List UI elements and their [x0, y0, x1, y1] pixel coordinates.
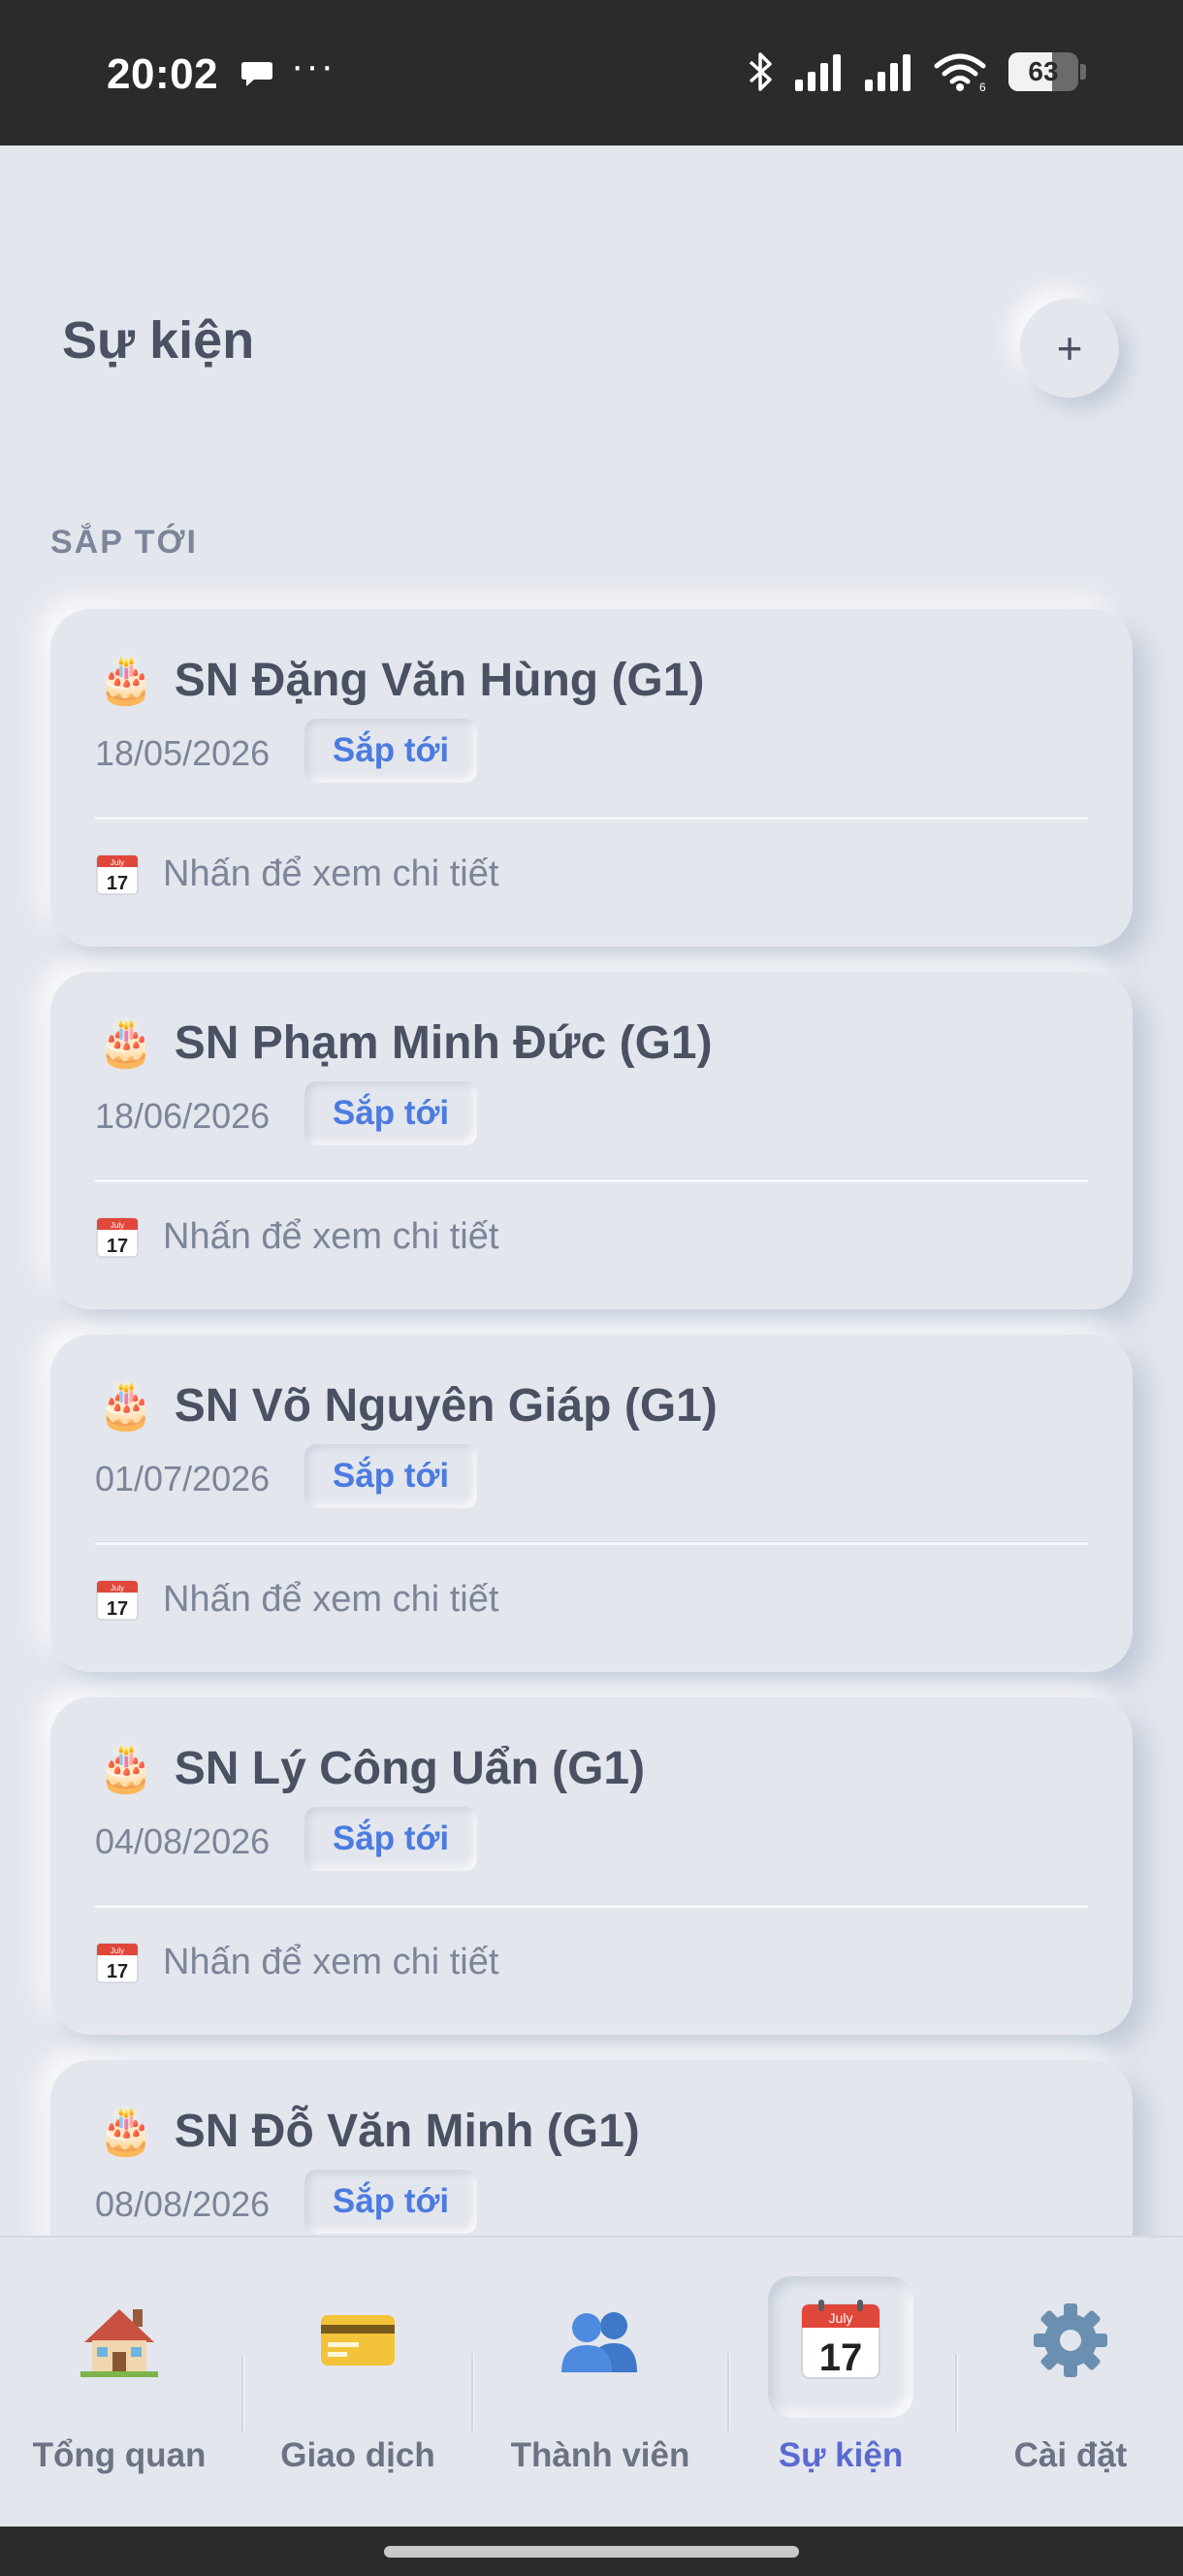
svg-text:17: 17 [107, 1961, 128, 1982]
birthday-cake-icon: 🎂 [97, 1379, 155, 1432]
people-icon [554, 2294, 647, 2387]
section-label-upcoming: SẮP TỚI [50, 524, 198, 561]
event-title-text: SN Lý Công Uẩn (G1) [174, 1743, 646, 1794]
svg-text:July: July [111, 1221, 124, 1230]
event-title: 🎂 SN Đỗ Văn Minh (G1) [97, 2105, 640, 2158]
nav-item-transactions[interactable]: Giao dịch [261, 2276, 455, 2499]
svg-text:July: July [829, 2310, 853, 2326]
svg-text:17: 17 [819, 2336, 863, 2379]
gesture-bar [0, 2527, 1183, 2576]
event-title: 🎂 SN Phạm Minh Đức (G1) [97, 1016, 713, 1070]
event-date: 18/05/2026 [95, 733, 271, 773]
event-list[interactable]: Sự kiện + SẮP TỚI 🎂 SN Đặng Văn Hùng (G1)… [0, 0, 1183, 2236]
card-divider [95, 1905, 1088, 1908]
event-title: 🎂 SN Lý Công Uẩn (G1) [97, 1742, 645, 1795]
nav-separator [241, 2354, 243, 2431]
status-badge: Sắp tới [304, 2170, 477, 2234]
gear-icon [1024, 2294, 1117, 2387]
view-details-hint: Nhấn để xem chi tiết [163, 1941, 499, 1982]
nav-item-members[interactable]: Thành viên [503, 2276, 697, 2499]
event-card[interactable]: 🎂 SN Phạm Minh Đức (G1) 18/06/2026 Sắp tới J… [50, 972, 1133, 1309]
event-title-text: SN Đặng Văn Hùng (G1) [174, 655, 705, 706]
event-footer: July 17 Nhấn để xem chi tiết [95, 1214, 498, 1259]
nav-item-settings[interactable]: Cài đặt [974, 2276, 1167, 2499]
nav-item-overview[interactable]: Tổng quan [22, 2276, 216, 2499]
card-divider [95, 817, 1088, 820]
event-date: 08/08/2026 [95, 2184, 271, 2224]
event-footer: July 17 Nhấn để xem chi tiết [95, 1940, 498, 1984]
status-badge: Sắp tới [304, 1807, 477, 1871]
status-badge: Sắp tới [304, 1081, 477, 1145]
house-icon [73, 2294, 166, 2387]
add-event-button[interactable]: + [1020, 299, 1119, 398]
app-screen: 20:02 ··· 6 63 Sự kiện + SẮP TỚI 🎂 SN Đặ… [0, 0, 1183, 2576]
svg-text:July: July [111, 1584, 124, 1593]
home-indicator[interactable] [384, 2546, 799, 2558]
event-date: 01/07/2026 [95, 1459, 271, 1498]
credit-card-icon [311, 2294, 404, 2387]
card-divider [95, 1179, 1088, 1182]
event-title-text: SN Phạm Minh Đức (G1) [174, 1017, 713, 1069]
calendar-icon: July 17 [95, 1577, 140, 1622]
svg-text:17: 17 [107, 873, 128, 894]
event-card[interactable]: 🎂 SN Lý Công Uẩn (G1) 04/08/2026 Sắp tới Jul… [50, 1697, 1133, 2035]
nav-separator [727, 2354, 729, 2431]
event-title-text: SN Đỗ Văn Minh (G1) [174, 2106, 640, 2157]
event-card[interactable]: 🎂 SN Đặng Văn Hùng (G1) 18/05/2026 Sắp tới J… [50, 609, 1133, 947]
nav-label: Sự kiện [778, 2436, 904, 2474]
event-footer: July 17 Nhấn để xem chi tiết [95, 852, 498, 896]
view-details-hint: Nhấn để xem chi tiết [163, 1578, 499, 1620]
nav-separator [955, 2354, 957, 2431]
svg-text:July: July [111, 858, 124, 867]
birthday-cake-icon: 🎂 [97, 1016, 155, 1069]
event-footer: July 17 Nhấn để xem chi tiết [95, 1577, 498, 1622]
page-title: Sự kiện [62, 311, 255, 370]
event-date: 04/08/2026 [95, 1821, 271, 1861]
svg-text:July: July [111, 1947, 124, 1955]
nav-separator [471, 2354, 473, 2431]
calendar-icon: July 17 [95, 852, 140, 896]
card-divider [95, 1542, 1088, 1545]
event-card[interactable]: 🎂SN Đỗ Văn Minh (G1)08/08/2026Sắp tớiJul… [50, 2060, 1133, 2236]
view-details-hint: Nhấn để xem chi tiết [163, 853, 499, 894]
event-card[interactable]: 🎂 SN Võ Nguyên Giáp (G1) 01/07/2026 Sắp tới… [50, 1335, 1133, 1672]
event-date: 18/06/2026 [95, 1096, 271, 1136]
calendar-icon: July 17 [794, 2294, 887, 2387]
nav-label: Giao dịch [280, 2436, 435, 2474]
birthday-cake-icon: 🎂 [97, 2105, 155, 2157]
svg-text:17: 17 [107, 1236, 128, 1257]
nav-label: Cài đặt [1013, 2436, 1128, 2474]
status-badge: Sắp tới [304, 1444, 477, 1508]
bottom-nav: Tổng quan Giao dịch Thành viên July 17 S… [0, 2236, 1183, 2527]
birthday-cake-icon: 🎂 [97, 654, 155, 706]
nav-label: Thành viên [510, 2436, 690, 2474]
event-title-text: SN Võ Nguyên Giáp (G1) [174, 1380, 718, 1432]
event-title: 🎂 SN Võ Nguyên Giáp (G1) [97, 1379, 718, 1433]
svg-text:17: 17 [107, 1598, 128, 1620]
nav-label: Tổng quan [32, 2436, 207, 2474]
status-badge: Sắp tới [304, 719, 477, 783]
view-details-hint: Nhấn để xem chi tiết [163, 1215, 499, 1257]
event-title: 🎂 SN Đặng Văn Hùng (G1) [97, 654, 704, 707]
calendar-icon: July 17 [95, 1214, 140, 1259]
birthday-cake-icon: 🎂 [97, 1742, 155, 1794]
calendar-icon: July 17 [95, 1940, 140, 1984]
nav-item-events[interactable]: July 17 Sự kiện [744, 2276, 938, 2499]
